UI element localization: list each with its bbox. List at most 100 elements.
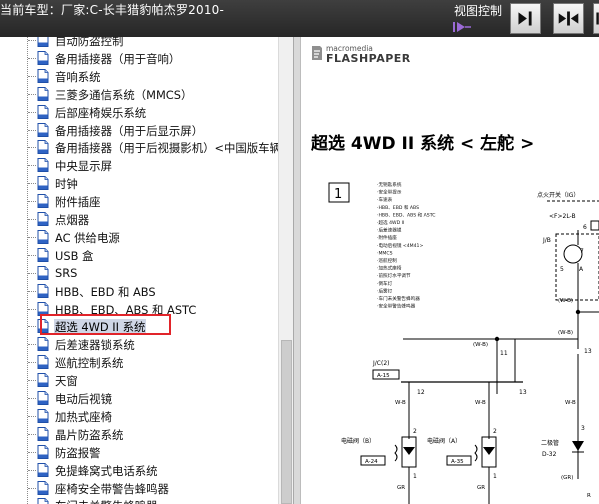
tree-item-label: 加热式座椅 [55, 409, 112, 424]
tree-item[interactable]: 防盗报警 [0, 443, 277, 461]
wire-color-gr-left: GR [397, 485, 405, 491]
tree-branch-line [28, 398, 36, 399]
system-note: ·附件插座 [377, 234, 397, 241]
tree-branch-line [28, 344, 36, 346]
document-icon [37, 104, 49, 119]
ignition-switch-label: 点火开关（IG） [537, 191, 579, 199]
svg-text:2: 2 [493, 428, 497, 435]
tree-item-label: 电动后视镜 [55, 392, 112, 406]
partial-button-icon [596, 12, 599, 25]
document-icon [37, 68, 49, 83]
tree-item[interactable]: 点烟器 [0, 210, 277, 228]
tree-item[interactable]: 备用插接器（用于后视摄影机）<中国版车辆 [0, 138, 281, 156]
pin-label-6: 6 [583, 224, 587, 231]
system-note: ·倒车灯 [377, 280, 393, 287]
tree-item-label: 中央显示屏 [55, 159, 112, 174]
connector-a15-code: A-15 [377, 373, 390, 379]
view-control-arrow-icon[interactable] [452, 20, 472, 34]
fit-width-button[interactable] [510, 3, 541, 34]
tree-item-selected[interactable]: 超选 4WD II 系统 [0, 317, 277, 336]
tree-item[interactable]: 时钟 [0, 174, 277, 192]
document-icon [37, 337, 49, 352]
wire-color-wb-left: W-B [395, 400, 406, 406]
tree-item[interactable]: 座椅安全带警告蜂鸣器 [0, 479, 277, 497]
tree-item[interactable]: SRS [0, 264, 277, 282]
tree-item-label: 免提蜂窝式电话系统 [55, 463, 158, 478]
tree-branch-line [28, 111, 36, 113]
tree-item-label: 超选 4WD II 系统 [54, 319, 147, 336]
tree-item[interactable]: 天窗 [0, 371, 277, 389]
system-note: ·加热式座椅 [377, 265, 402, 272]
tree-branch-line [28, 380, 36, 382]
tree-item-label: 音响系统 [55, 69, 101, 84]
tree-item-label: 时钟 [55, 177, 78, 192]
flashpaper-logo-icon [312, 46, 322, 60]
tree-item-label: 自动防盗控制 [55, 37, 124, 48]
tree-branch-line [28, 272, 36, 274]
toolbar-overflow-button[interactable] [593, 3, 599, 34]
tree-branch-line [28, 183, 36, 185]
tree-item[interactable]: HBB、EBD 和 ABS [0, 282, 277, 300]
tree-item[interactable]: 自动防盗控制 [0, 37, 277, 49]
tree-item[interactable]: 后差速器锁系统 [0, 335, 277, 353]
tree-item[interactable]: 电动后视镜 [0, 389, 277, 407]
system-note: ·无钥匙系统 [377, 181, 402, 188]
document-viewer[interactable]: macromedia FLASHPAPER 超选 4WD II 系统 < 左舵 … [301, 37, 599, 504]
tree-item[interactable]: 中央显示屏 [0, 156, 277, 174]
tree-branch-line [28, 147, 36, 149]
tree-item[interactable]: USB 盒 [0, 246, 277, 264]
tree-branch-line [28, 469, 36, 471]
document-icon [37, 480, 49, 495]
tree-item[interactable]: 车门未关警告蜂鸣器 [0, 496, 277, 504]
connector-f2l-label: <F>2L-B [549, 213, 576, 220]
tree-branch-line [28, 487, 36, 489]
system-note: ·巡航控制 [377, 257, 397, 264]
tree-branch-line [28, 433, 36, 435]
tree-item[interactable]: 附件插座 [0, 192, 277, 210]
diode-label: 二极管 [541, 439, 559, 447]
tree-scrollbar[interactable] [278, 37, 293, 504]
fit-page-button[interactable] [553, 3, 584, 34]
pin-label-5: 5 [560, 266, 564, 273]
tree-item[interactable]: HBB、EBD、ABS 和 ASTC [0, 300, 277, 318]
document-icon [37, 140, 49, 155]
tree-item[interactable]: 音响系统 [0, 67, 277, 85]
system-note: ·车速表 [377, 196, 393, 203]
title-bar: 当前车型：厂家:C-长丰猎豹帕杰罗2010- 视图控制 [0, 0, 599, 37]
system-note: ·前照灯水平调节 [377, 272, 411, 279]
pin-label-11: 11 [500, 350, 508, 357]
tree-item[interactable]: AC 供给电源 [0, 228, 277, 246]
arrow-to-edge-icon [518, 11, 532, 26]
tree-branch-line [28, 40, 36, 41]
solenoid-valve-b-code: A-24 [365, 459, 378, 465]
tree-branch-line [28, 219, 36, 220]
tree-branch-line [28, 93, 36, 95]
svg-text:1: 1 [493, 473, 497, 480]
document-icon [37, 158, 49, 173]
tree-item[interactable]: 备用插接器（用于后显示屏） [0, 121, 277, 139]
tree-item[interactable]: 晶片防盗系统 [0, 425, 277, 443]
svg-text:W-B: W-B [475, 400, 486, 406]
tree-item[interactable]: 免提蜂窝式电话系统 [0, 461, 277, 479]
diagram-number: 1 [334, 187, 342, 202]
system-note: ·HBB、EBD 和 ABS [377, 204, 419, 211]
tree-item-label: 天窗 [55, 374, 78, 389]
tree-item-label: 附件插座 [55, 195, 101, 210]
document-icon [37, 373, 49, 388]
pane-splitter[interactable] [293, 37, 301, 504]
tree-item-label: 点烟器 [55, 213, 90, 227]
tree-item[interactable]: 巡航控制系统 [0, 353, 277, 371]
tree-item[interactable]: 三菱多通信系统（MMCS） [0, 85, 277, 103]
tree-item[interactable]: 加热式座椅 [0, 407, 277, 425]
tree-item-label: 备用插接器（用于后视摄影机）<中国版车辆 [55, 141, 281, 156]
tree-scrollbar-thumb[interactable] [281, 340, 292, 504]
tree-item[interactable]: 备用插接器（用于音响） [0, 49, 277, 67]
tree-item[interactable]: 后部座椅娱乐系统 [0, 103, 277, 121]
svg-text:13: 13 [519, 389, 527, 396]
svg-text:(W-B): (W-B) [558, 330, 573, 336]
svg-text:W-B: W-B [565, 400, 576, 406]
document-icon [37, 37, 49, 47]
system-note: ·安全带警告蜂鸣器 [377, 303, 416, 310]
wire-color-r: R [587, 493, 591, 499]
tree-branch-line [28, 236, 36, 238]
